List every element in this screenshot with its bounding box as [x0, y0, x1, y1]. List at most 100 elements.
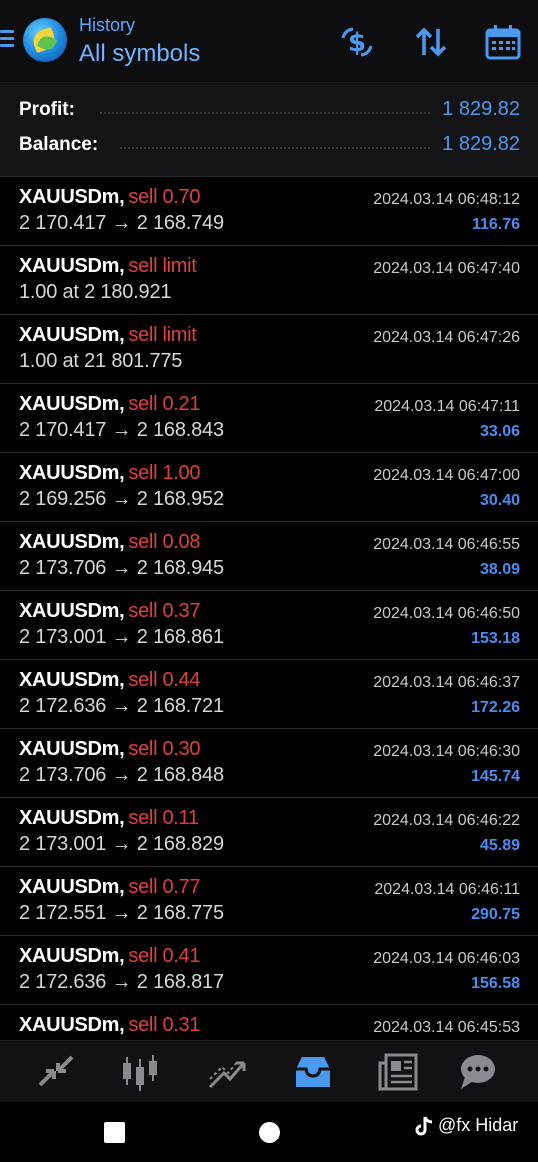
trade-time: 2024.03.14 06:46:55: [373, 536, 520, 553]
tiktok-icon: [415, 1116, 433, 1136]
profit-value: 1 829.82: [442, 98, 520, 120]
trade-profit: 116.76: [471, 216, 520, 233]
dotted-leader: [100, 112, 430, 114]
balance-row: Balance: 1 829.82: [0, 130, 538, 160]
symbol-name: XAUUSDm,: [19, 393, 125, 415]
trade-prices: 2 170.417 → 2 168.749: [19, 212, 224, 234]
calendar-icon: [485, 25, 521, 60]
trade-time: 2024.03.14 06:46:37: [373, 674, 520, 691]
system-nav-bar: @fx Hidar: [0, 1102, 538, 1162]
tab-messages[interactable]: [455, 1049, 501, 1095]
trade-prices: 2 169.256 → 2 168.952: [19, 488, 224, 510]
trade-side: sell 0.11: [128, 807, 199, 829]
calendar-button[interactable]: [483, 22, 523, 62]
trade-prices: 2 173.706 → 2 168.945: [19, 557, 224, 579]
quotes-icon: [38, 1055, 74, 1087]
balance-value: 1 829.82: [442, 133, 520, 155]
trade-symbol: XAUUSDm, sell 0.08: [19, 531, 201, 554]
trade-row[interactable]: XAUUSDm, sell 0.08 2 173.706 → 2 168.945 20…: [0, 522, 538, 591]
messages-icon: [461, 1055, 495, 1089]
trade-side: sell limit: [128, 324, 197, 346]
tab-news[interactable]: [376, 1049, 422, 1095]
trade-time: 2024.03.14 06:46:30: [373, 743, 520, 760]
trade-side: sell 1.00: [128, 462, 201, 484]
trade-time: 2024.03.14 06:46:22: [373, 812, 520, 829]
trade-side: sell 0.21: [128, 393, 201, 415]
watermark: @fx Hidar: [414, 1115, 518, 1137]
trade-profit: 153.18: [471, 630, 520, 647]
profit-label: Profit:: [19, 99, 75, 120]
trade-symbol: XAUUSDm, sell 0.77: [19, 876, 201, 899]
trade-prices: 1.00 at 2 180.921: [19, 281, 172, 303]
trade-symbol: XAUUSDm, sell 0.21: [19, 393, 201, 416]
chart-icon: [123, 1055, 157, 1091]
trade-row[interactable]: XAUUSDm, sell 0.70 2 170.417 → 2 168.749 20…: [0, 177, 538, 246]
trade-row[interactable]: XAUUSDm, sell 0.11 2 173.001 → 2 168.829 20…: [0, 798, 538, 867]
history-list[interactable]: XAUUSDm, sell 0.70 2 170.417 → 2 168.749 20…: [0, 177, 538, 1039]
trade-prices: 2 173.001 → 2 168.829: [19, 833, 224, 855]
trade-icon: [208, 1060, 246, 1089]
trade-row[interactable]: XAUUSDm, sell 0.37 2 173.001 → 2 168.861 20…: [0, 591, 538, 660]
screen-subtitle: History: [79, 15, 136, 35]
tab-chart[interactable]: [117, 1049, 163, 1095]
symbol-name: XAUUSDm,: [19, 186, 125, 208]
trade-side: sell 0.08: [128, 531, 201, 553]
trade-row[interactable]: XAUUSDm, sell 0.77 2 172.551 → 2 168.775 20…: [0, 867, 538, 936]
symbol-name: XAUUSDm,: [19, 1014, 125, 1036]
trade-time: 2024.03.14 06:47:40: [373, 260, 520, 277]
home-button[interactable]: [259, 1122, 280, 1143]
symbol-name: XAUUSDm,: [19, 807, 125, 829]
trade-side: sell 0.41: [128, 945, 201, 967]
app-logo: [23, 18, 67, 62]
symbol-name: XAUUSDm,: [19, 462, 125, 484]
trade-row[interactable]: XAUUSDm, sell 1.00 2 169.256 → 2 168.952 20…: [0, 453, 538, 522]
trade-row[interactable]: XAUUSDm, sell 0.31 2024.03.14 06:45:53: [0, 1005, 538, 1039]
bottom-tab-bar: [0, 1040, 538, 1103]
trade-prices: 2 173.001 → 2 168.861: [19, 626, 224, 648]
trade-row[interactable]: XAUUSDm, sell limit 1.00 at 21 801.775 2024…: [0, 315, 538, 384]
symbol-name: XAUUSDm,: [19, 324, 125, 346]
recents-button[interactable]: [104, 1122, 125, 1143]
trade-row[interactable]: XAUUSDm, sell limit 1.00 at 2 180.921 2024.…: [0, 246, 538, 315]
sort-button[interactable]: [411, 22, 451, 62]
trade-symbol: XAUUSDm, sell 0.70: [19, 186, 201, 209]
watermark-text: @fx Hidar: [438, 1115, 519, 1135]
trade-time: 2024.03.14 06:47:11: [374, 398, 520, 415]
currency-filter-button[interactable]: $: [337, 22, 377, 62]
symbol-name: XAUUSDm,: [19, 255, 125, 277]
trade-row[interactable]: XAUUSDm, sell 0.44 2 172.636 → 2 168.721 20…: [0, 660, 538, 729]
menu-icon[interactable]: [0, 30, 14, 50]
trade-time: 2024.03.14 06:47:26: [373, 329, 520, 346]
trade-time: 2024.03.14 06:45:53: [373, 1019, 520, 1036]
symbol-filter-title[interactable]: All symbols: [79, 40, 200, 68]
history-icon: [296, 1057, 330, 1087]
dotted-leader: [120, 147, 430, 149]
trade-symbol: XAUUSDm, sell limit: [19, 324, 197, 347]
tab-history[interactable]: [290, 1049, 336, 1095]
trade-side: sell 0.77: [128, 876, 201, 898]
trade-profit: 38.09: [479, 561, 520, 578]
tab-trade[interactable]: [204, 1049, 250, 1095]
trade-symbol: XAUUSDm, sell 0.41: [19, 945, 201, 968]
trade-symbol: XAUUSDm, sell 1.00: [19, 462, 201, 485]
trade-prices: 2 172.636 → 2 168.817: [19, 971, 224, 993]
tab-quotes[interactable]: [32, 1049, 78, 1095]
trade-side: sell 0.37: [128, 600, 201, 622]
trade-symbol: XAUUSDm, sell 0.11: [19, 807, 199, 830]
trade-profit: 145.74: [471, 768, 520, 785]
trade-row[interactable]: XAUUSDm, sell 0.21 2 170.417 → 2 168.843 20…: [0, 384, 538, 453]
trade-side: sell 0.30: [128, 738, 201, 760]
trade-prices: 2 172.636 → 2 168.721: [19, 695, 224, 717]
trade-row[interactable]: XAUUSDm, sell 0.41 2 172.636 → 2 168.817 20…: [0, 936, 538, 1005]
trade-side: sell 0.70: [128, 186, 201, 208]
balance-label: Balance:: [19, 134, 99, 155]
trade-side: sell limit: [128, 255, 197, 277]
symbol-name: XAUUSDm,: [19, 876, 125, 898]
trade-symbol: XAUUSDm, sell 0.30: [19, 738, 201, 761]
trade-time: 2024.03.14 06:47:00: [373, 467, 520, 484]
symbol-name: XAUUSDm,: [19, 945, 125, 967]
trade-prices: 1.00 at 21 801.775: [19, 350, 183, 372]
trade-profit: 45.89: [479, 837, 520, 854]
trade-row[interactable]: XAUUSDm, sell 0.30 2 173.706 → 2 168.848 20…: [0, 729, 538, 798]
sort-arrows-icon: [415, 27, 447, 57]
